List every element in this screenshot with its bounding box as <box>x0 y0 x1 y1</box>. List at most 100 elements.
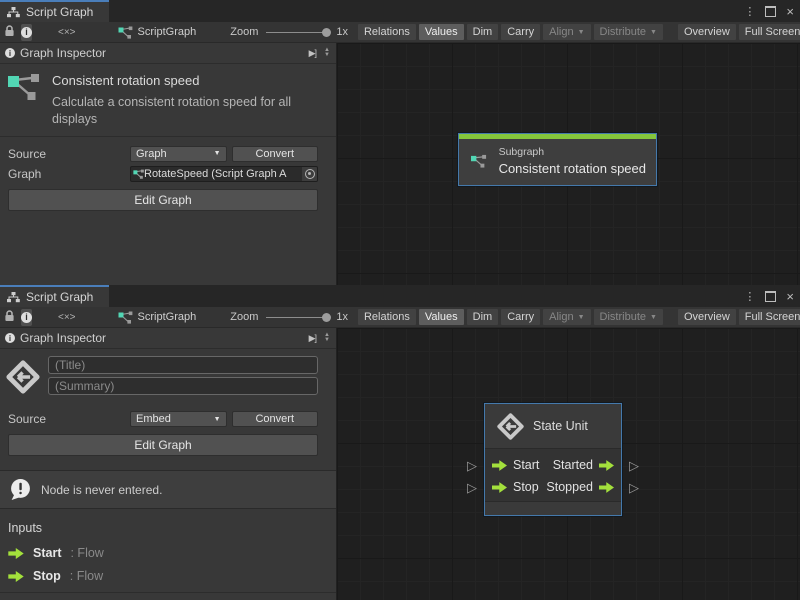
output-port-started[interactable]: Started <box>553 458 614 472</box>
chevron-down-icon: ▼ <box>214 150 221 157</box>
warning-banner: Node is never entered. <box>0 470 336 509</box>
code-preview-icon[interactable]: <×> <box>58 312 76 323</box>
input-port-start[interactable]: Start <box>492 458 539 472</box>
window-menu-icon[interactable]: ⋮ <box>744 290 755 303</box>
zoom-value: 1x <box>336 311 348 323</box>
zoom-label: Zoom <box>230 311 258 323</box>
port-connector-triangle-icon[interactable]: ▷ <box>629 459 639 472</box>
zoom-slider[interactable] <box>266 317 328 318</box>
title-input[interactable] <box>48 356 318 374</box>
flow-arrow-icon <box>8 548 24 559</box>
warning-text: Node is never entered. <box>41 483 162 497</box>
edit-graph-button[interactable]: Edit Graph <box>8 434 318 456</box>
carry-button[interactable]: Carry <box>501 24 540 40</box>
zoom-slider-knob[interactable] <box>322 313 331 322</box>
window-close-icon[interactable]: × <box>786 290 794 303</box>
distribute-dropdown: Distribute▼ <box>594 24 663 40</box>
graph-toolbar: i <×> ScriptGraph Zoom 1x Relations Valu… <box>0 307 800 328</box>
graph-canvas[interactable]: State Unit Start Started Stop Stopped ▷ … <box>337 328 800 600</box>
graph-inspector-panel: i Graph Inspector ▶] ▲▼ Consistent rotat… <box>0 43 337 286</box>
inspector-toggle-button[interactable]: i <box>21 309 32 326</box>
tab-script-graph[interactable]: Script Graph <box>0 0 109 22</box>
subgraph-node[interactable]: Subgraph Consistent rotation speed <box>458 133 657 186</box>
code-preview-icon[interactable]: <×> <box>58 27 76 38</box>
graph-inspector-panel: i Graph Inspector ▶] ▲▼ Source Embed▼ <box>0 328 337 600</box>
scroll-spinner[interactable]: ▲▼ <box>324 333 330 343</box>
script-graph-icon <box>133 169 144 179</box>
flow-arrow-icon <box>599 482 614 493</box>
port-connector-triangle-icon[interactable]: ▷ <box>467 481 477 494</box>
window-maximize-icon[interactable] <box>765 6 776 17</box>
summary-input[interactable] <box>48 377 318 395</box>
toolbar-buttons: Relations Values Dim Carry Align▼ Distri… <box>358 309 800 325</box>
window-menu-icon[interactable]: ⋮ <box>744 5 755 18</box>
chevron-down-icon: ▼ <box>578 29 585 36</box>
port-connector-triangle-icon[interactable]: ▷ <box>467 459 477 472</box>
full-screen-button[interactable]: Full Screen <box>739 309 800 325</box>
window-close-icon[interactable]: × <box>786 5 794 18</box>
zoom-control: Zoom 1x <box>230 311 348 323</box>
dim-button[interactable]: Dim <box>467 309 499 325</box>
flow-arrow-icon <box>492 482 507 493</box>
node-title-block <box>0 349 336 404</box>
dock-panel-icon[interactable]: ▶] <box>309 48 316 59</box>
dock-panel-icon[interactable]: ▶] <box>309 333 316 344</box>
object-picker-button[interactable] <box>302 167 317 181</box>
flow-arrow-icon <box>599 460 614 471</box>
tab-bar: Script Graph ⋮ × <box>0 0 800 22</box>
source-select[interactable]: Embed▼ <box>130 411 227 427</box>
info-icon: i <box>21 312 32 323</box>
carry-button[interactable]: Carry <box>501 309 540 325</box>
lock-icon[interactable] <box>4 310 15 325</box>
tab-script-graph[interactable]: Script Graph <box>0 285 109 307</box>
input-port-stop[interactable]: Stop <box>492 480 539 494</box>
values-button[interactable]: Values <box>419 309 464 325</box>
relations-button[interactable]: Relations <box>358 309 416 325</box>
lock-icon[interactable] <box>4 25 15 40</box>
graph-inspector-header: i Graph Inspector ▶] ▲▼ <box>0 43 336 64</box>
state-unit-node[interactable]: State Unit Start Started Stop Stopped ▷ … <box>484 403 622 516</box>
graph-description: Calculate a consistent rotation speed fo… <box>52 94 297 128</box>
relations-button[interactable]: Relations <box>358 24 416 40</box>
graph-hierarchy-icon <box>7 292 20 303</box>
source-select[interactable]: Graph▼ <box>130 146 227 162</box>
graph-object-value: RotateSpeed (Script Graph A <box>144 168 302 180</box>
window-maximize-icon[interactable] <box>765 291 776 302</box>
overview-button[interactable]: Overview <box>678 309 736 325</box>
output-port-stopped[interactable]: Stopped <box>546 480 614 494</box>
chevron-down-icon: ▼ <box>650 314 657 321</box>
inspector-toggle-button[interactable]: i <box>21 24 32 41</box>
graph-field-label: Graph <box>8 167 130 181</box>
script-graph-icon <box>118 311 133 324</box>
inspector-title: Graph Inspector <box>20 46 106 60</box>
graph-object-field[interactable]: RotateSpeed (Script Graph A <box>130 166 318 182</box>
values-button[interactable]: Values <box>419 24 464 40</box>
tab-label: Script Graph <box>26 5 93 19</box>
overview-button[interactable]: Overview <box>678 24 736 40</box>
zoom-slider-knob[interactable] <box>322 28 331 37</box>
source-label: Source <box>8 412 130 426</box>
source-row: Source Embed▼ Convert <box>8 410 318 428</box>
zoom-label: Zoom <box>230 26 258 38</box>
node-title: Consistent rotation speed <box>499 161 646 176</box>
port-connector-triangle-icon[interactable]: ▷ <box>629 481 639 494</box>
subgraph-icon <box>8 73 40 100</box>
input-port-stop: Stop : Flow <box>8 569 328 583</box>
tab-bar: Script Graph ⋮ × <box>0 285 800 307</box>
scroll-spinner[interactable]: ▲▼ <box>324 48 330 58</box>
state-unit-icon <box>6 360 40 394</box>
graph-type-label: ScriptGraph <box>138 26 197 38</box>
tab-label: Script Graph <box>26 290 93 304</box>
dim-button[interactable]: Dim <box>467 24 499 40</box>
input-port-start: Start : Flow <box>8 546 328 560</box>
state-unit-icon <box>497 413 524 440</box>
full-screen-button[interactable]: Full Screen <box>739 24 800 40</box>
zoom-slider[interactable] <box>266 32 328 33</box>
edit-graph-button[interactable]: Edit Graph <box>8 189 318 211</box>
zoom-control: Zoom 1x <box>230 26 348 38</box>
convert-button[interactable]: Convert <box>232 146 319 162</box>
toolbar-buttons: Relations Values Dim Carry Align▼ Distri… <box>358 24 800 40</box>
graph-canvas[interactable]: Subgraph Consistent rotation speed <box>337 43 800 286</box>
convert-button[interactable]: Convert <box>232 411 319 427</box>
port-row: Stop Stopped <box>492 476 614 498</box>
